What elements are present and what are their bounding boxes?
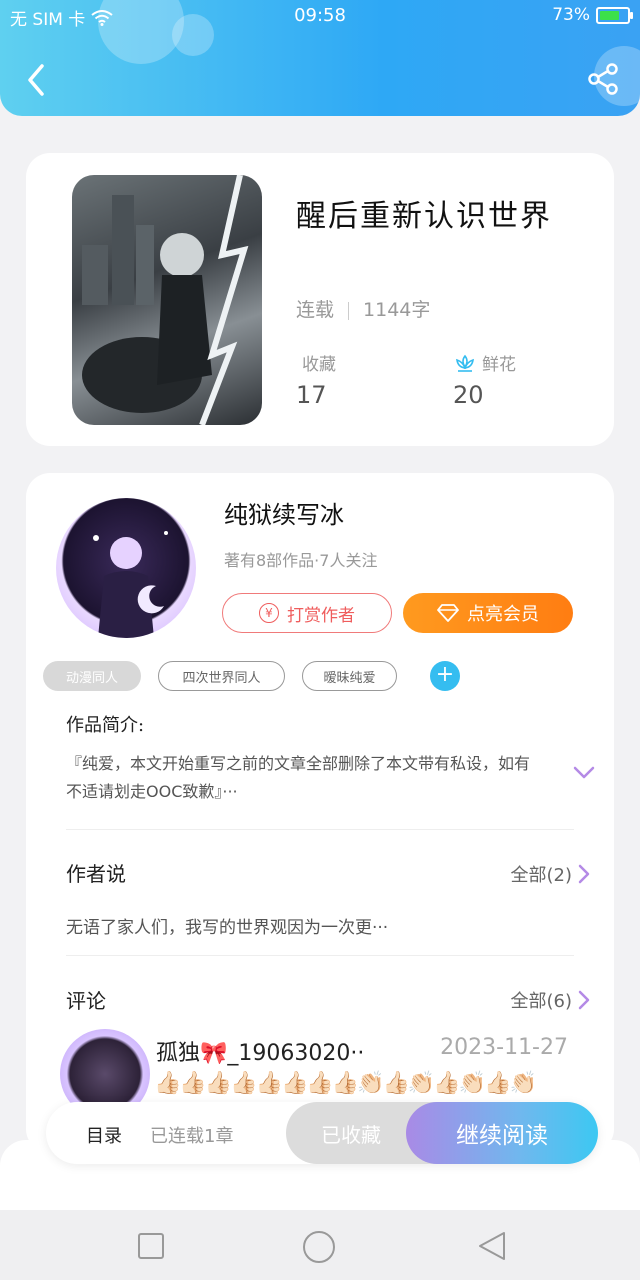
- back-nav-button[interactable]: [476, 1230, 508, 1262]
- tip-author-label: 打赏作者: [287, 605, 355, 626]
- status-bar: 无 SIM 卡 09:58 73%: [0, 0, 640, 32]
- divider: [348, 301, 350, 320]
- toc-button[interactable]: 目录: [86, 1122, 122, 1148]
- home-button[interactable]: [302, 1230, 335, 1263]
- circle-icon: [303, 1231, 335, 1263]
- divider: [66, 829, 574, 830]
- flowers-label-group: 鲜花: [454, 350, 516, 375]
- action-bar: 目录 已连载1章 已收藏 继续阅读: [46, 1102, 598, 1164]
- vip-button[interactable]: 点亮会员: [403, 593, 573, 633]
- author-says-see-all[interactable]: 全部(2): [511, 861, 591, 887]
- flowers-value: 20: [453, 381, 484, 409]
- favorites-label: 收藏: [302, 355, 336, 375]
- back-button[interactable]: [18, 60, 54, 100]
- see-all-label: 全部(6): [510, 991, 573, 1012]
- author-avatar[interactable]: [56, 498, 196, 638]
- comments-title: 评论: [66, 989, 106, 1013]
- cover-illustration: [82, 175, 249, 425]
- tag-0[interactable]: 动漫同人: [43, 661, 141, 691]
- word-count: 1144字: [363, 299, 431, 321]
- add-tag-button[interactable]: +: [430, 661, 460, 691]
- chevron-down-icon: [573, 766, 595, 779]
- chevron-right-icon: [578, 864, 590, 884]
- divider: [66, 955, 574, 956]
- status-right: 73%: [552, 5, 633, 25]
- author-meta: 著有8部作品·7人关注: [224, 551, 378, 570]
- battery-fill: [600, 10, 619, 20]
- flower-icon: [456, 354, 474, 372]
- comment-body: 👍🏻👍🏻👍🏻👍🏻👍🏻👍🏻👍🏻👍🏻👏🏻👍🏻👏🏻👍🏻👏🏻👍🏻👏🏻: [154, 1071, 537, 1096]
- expand-intro-button[interactable]: [572, 765, 596, 781]
- author-says-text[interactable]: 无语了家人们，我写的世界观因为一次更···: [66, 913, 388, 938]
- book-title: 醒后重新认识世界: [296, 199, 552, 234]
- commenter-name[interactable]: 孤独🎀_19063020··: [156, 1035, 364, 1067]
- comment-date: 2023-11-27: [440, 1035, 568, 1060]
- header: 无 SIM 卡 09:58 73%: [0, 0, 640, 116]
- book-status-line: 连载 1144字: [296, 295, 430, 322]
- yen-icon: ¥: [259, 603, 279, 623]
- triangle-back-icon: [479, 1232, 505, 1260]
- chevron-left-icon: [28, 64, 44, 96]
- author-name[interactable]: 纯狱续写冰: [224, 495, 344, 530]
- author-details-card: 纯狱续写冰 著有8部作品·7人关注 ¥ 打赏作者 点亮会员 动漫同人 四次世界同…: [26, 473, 614, 1153]
- battery-icon: [596, 6, 633, 24]
- tag-1[interactable]: 四次世界同人: [158, 661, 285, 691]
- intro-text: 『纯爱，本文开始重写之前的文章全部删除了本文带有私设，如有不适请划走OOC致歉』…: [66, 754, 531, 801]
- comments-see-all[interactable]: 全部(6): [511, 987, 591, 1013]
- see-all-label: 全部(2): [510, 865, 573, 886]
- square-icon: [138, 1233, 164, 1259]
- battery-percent: 73%: [552, 5, 590, 25]
- flowers-label: 鲜花: [482, 355, 516, 375]
- share-button[interactable]: [586, 62, 620, 96]
- chevron-right-icon: [578, 990, 590, 1010]
- tag-2[interactable]: 暧昧纯爱: [302, 661, 397, 691]
- serial-status: 连载: [296, 299, 335, 321]
- recent-apps-button[interactable]: [135, 1230, 167, 1262]
- author-says-title: 作者说: [66, 862, 126, 886]
- avatar-illustration: [93, 531, 168, 638]
- book-info-card: 醒后重新认识世界 连载 1144字 收藏 17 鲜花 20: [26, 153, 614, 446]
- status-time: 09:58: [294, 5, 346, 26]
- intro-title: 作品简介:: [66, 715, 145, 736]
- vip-label: 点亮会员: [467, 604, 539, 625]
- share-icon: [588, 63, 618, 95]
- favorites-value: 17: [296, 381, 327, 409]
- book-cover[interactable]: [72, 175, 262, 425]
- toc-count: 已连载1章: [150, 1126, 234, 1147]
- tip-author-button[interactable]: ¥ 打赏作者: [222, 593, 392, 633]
- continue-reading-button[interactable]: 继续阅读: [406, 1102, 598, 1164]
- diamond-icon: [437, 604, 459, 622]
- system-nav-bar: [0, 1210, 640, 1280]
